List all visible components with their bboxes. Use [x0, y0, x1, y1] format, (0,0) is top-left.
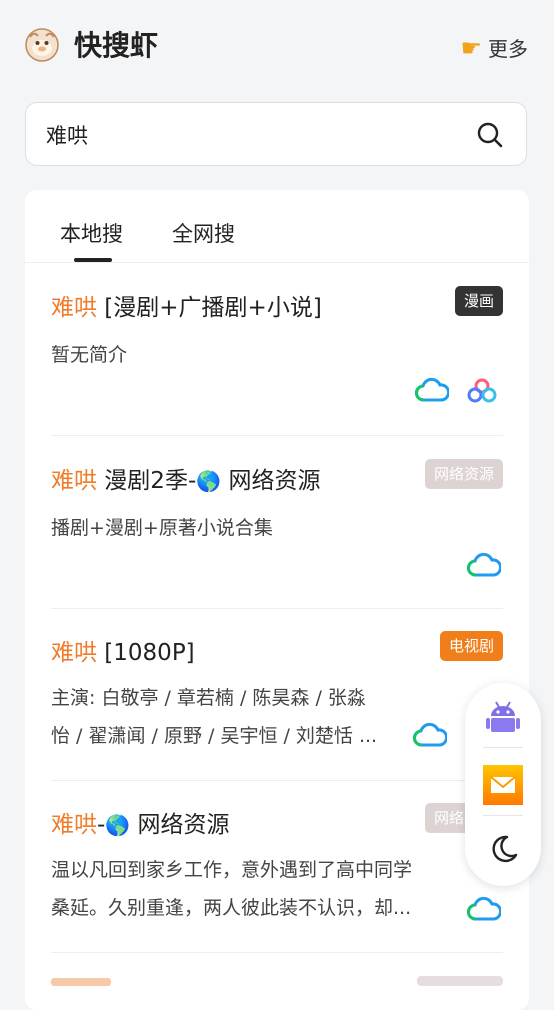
- baidu-cloud-icon[interactable]: [415, 376, 449, 404]
- title-highlight: 难哄: [51, 295, 97, 321]
- baidu-cloud-icon[interactable]: [413, 721, 447, 749]
- separator: [483, 815, 523, 816]
- pointing-hand-icon: ☛: [460, 33, 482, 62]
- category-badge: 网络资源: [424, 459, 503, 489]
- result-description: 温以凡回到家乡工作，意外遇到了高中同学 桑延。久别重逢，两人彼此装不认识，却..…: [51, 851, 412, 927]
- tab-bar: 本地搜 全网搜: [25, 190, 529, 263]
- result-title[interactable]: 难哄-🌎 网络资源: [51, 805, 230, 839]
- result-item[interactable]: 难哄 [漫剧+广播剧+小说] 漫画 暂无简介: [51, 286, 503, 436]
- result-title[interactable]: 难哄 [1080P]: [51, 633, 195, 667]
- result-title[interactable]: 难哄 [漫剧+广播剧+小说]: [51, 288, 322, 322]
- more-label: 更多: [488, 37, 528, 61]
- app-header: 快搜虾 ☛ 更多: [0, 0, 554, 92]
- shrimp-logo-icon: [25, 28, 59, 62]
- quark-cloud-icon[interactable]: [465, 376, 499, 404]
- result-item[interactable]: 难哄 漫剧2季-🌎 网络资源 网络资源 播剧+漫剧+原著小说合集: [51, 459, 503, 609]
- result-item[interactable]: 难哄-🌎 网络资源 网络资源 温以凡回到家乡工作，意外遇到了高中同学 桑延。久别…: [51, 803, 503, 953]
- tab-local-search[interactable]: 本地搜: [60, 218, 123, 248]
- mail-icon[interactable]: [483, 765, 523, 805]
- title-highlight: 难哄: [51, 468, 97, 494]
- search-input[interactable]: [44, 103, 468, 167]
- description-line: 桑延。久别重逢，两人彼此装不认识，却...: [51, 897, 412, 919]
- divider: [51, 780, 503, 781]
- description-line: 怡 / 翟潇闻 / 原野 / 吴宇恒 / 刘楚恬 ...: [51, 725, 378, 747]
- result-description: 播剧+漫剧+原著小说合集: [51, 517, 273, 539]
- android-icon[interactable]: [483, 697, 523, 737]
- category-badge-partial: [417, 976, 503, 986]
- baidu-cloud-icon[interactable]: [467, 551, 501, 579]
- description-line: 主演: 白敬亭 / 章若楠 / 陈昊森 / 张淼: [51, 687, 366, 709]
- category-badge: 漫画: [454, 286, 503, 316]
- globe-icon: 🌎: [196, 469, 222, 493]
- title-highlight: 难哄: [51, 812, 97, 838]
- floating-action-bar: [465, 683, 541, 886]
- moon-icon[interactable]: [483, 829, 523, 869]
- title-source: 网络资源: [130, 812, 230, 838]
- separator: [483, 747, 523, 748]
- active-tab-indicator: [74, 258, 112, 262]
- result-item-partial[interactable]: [51, 978, 111, 986]
- title-rest: [漫剧+广播剧+小说]: [97, 295, 322, 321]
- search-box: [25, 102, 527, 167]
- result-description: 主演: 白敬亭 / 章若楠 / 陈昊森 / 张淼 怡 / 翟潇闻 / 原野 / …: [51, 679, 377, 755]
- title-rest: 漫剧2季-: [97, 468, 197, 494]
- results-panel: 本地搜 全网搜 难哄 [漫剧+广播剧+小说] 漫画 暂无简介 难哄 漫剧2季-🌎…: [25, 190, 529, 1010]
- result-description: 暂无简介: [51, 344, 128, 366]
- result-title[interactable]: 难哄 漫剧2季-🌎 网络资源: [51, 461, 320, 495]
- divider: [51, 952, 503, 953]
- title-highlight: 难哄: [51, 640, 97, 666]
- baidu-cloud-icon[interactable]: [467, 895, 501, 923]
- result-item[interactable]: 难哄 [1080P] 电视剧 主演: 白敬亭 / 章若楠 / 陈昊森 / 张淼 …: [51, 631, 503, 781]
- divider: [51, 435, 503, 436]
- category-badge: 电视剧: [439, 631, 503, 661]
- app-title: 快搜虾: [74, 29, 159, 62]
- globe-icon: 🌎: [105, 813, 131, 837]
- search-icon[interactable]: [476, 121, 504, 149]
- divider: [51, 608, 503, 609]
- title-source: 网络资源: [221, 468, 321, 494]
- tab-web-search[interactable]: 全网搜: [172, 218, 235, 248]
- description-line: 温以凡回到家乡工作，意外遇到了高中同学: [51, 859, 413, 881]
- more-button[interactable]: ☛ 更多: [460, 33, 528, 62]
- title-rest: [1080P]: [97, 640, 195, 666]
